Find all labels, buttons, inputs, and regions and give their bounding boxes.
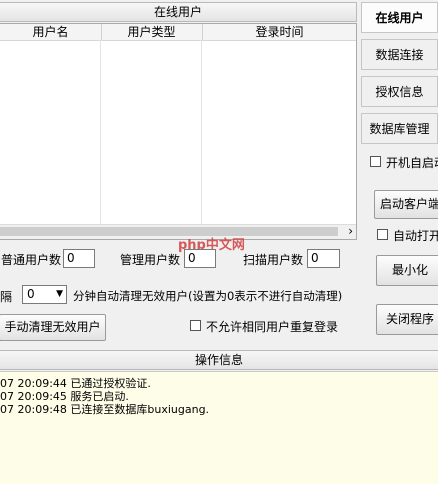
online-users-title: 在线用户 [0, 2, 357, 22]
log-panel-title-text: 操作信息 [194, 353, 243, 367]
scan-users-count-field[interactable]: 0 [307, 249, 340, 268]
autostart-checkbox[interactable] [370, 156, 381, 167]
admin-users-label: 管理用户数 [120, 253, 181, 267]
tab-data-connection[interactable]: 数据连接 [361, 39, 438, 70]
minimize-button[interactable]: 最小化 [376, 255, 438, 286]
table-header: 用户名 用户类型 登录时间 [0, 24, 356, 41]
scan-users-label: 扫描用户数 [243, 253, 304, 267]
column-header-user-type[interactable]: 用户类型 [101, 24, 203, 40]
column-divider [100, 40, 101, 225]
disallow-duplicate-checkbox[interactable] [190, 320, 201, 331]
cleanup-interval-select[interactable]: 0 ▼ [22, 285, 67, 304]
scroll-right-arrow-icon[interactable]: › [348, 224, 353, 238]
admin-users-count-field[interactable]: 0 [184, 249, 216, 268]
auto-open-label: 自动打开 [393, 229, 438, 243]
normal-users-count-field[interactable]: 0 [63, 249, 95, 268]
log-panel-title: 操作信息 [0, 350, 438, 370]
online-users-title-text: 在线用户 [153, 5, 202, 19]
interval-prefix-label: 隔 [0, 290, 13, 304]
scrollbar-thumb[interactable] [0, 227, 338, 236]
auto-open-checkbox[interactable] [377, 229, 388, 240]
autostart-label: 开机自启动 [386, 156, 438, 170]
log-line: 07 20:09:45 服务已启动. [0, 390, 129, 403]
column-header-login-time[interactable]: 登录时间 [202, 24, 356, 40]
column-header-username[interactable]: 用户名 [0, 24, 102, 40]
dropdown-arrow-icon[interactable]: ▼ [56, 286, 63, 303]
start-client-button[interactable]: 启动客户端 [374, 190, 438, 219]
close-program-button[interactable]: 关闭程序 [376, 304, 438, 335]
log-line: 07 20:09:44 已通过授权验证. [0, 377, 151, 390]
log-area[interactable]: 07 20:09:44 已通过授权验证. 07 20:09:45 服务已启动. … [0, 371, 438, 484]
cleanup-interval-value: 0 [27, 287, 35, 301]
tab-database-management[interactable]: 数据库管理 [361, 113, 438, 144]
tab-online-users[interactable]: 在线用户 [361, 2, 438, 33]
tab-license-info[interactable]: 授权信息 [361, 76, 438, 107]
online-users-table[interactable]: 用户名 用户类型 登录时间 › [0, 23, 357, 240]
normal-users-label: 普通用户数 [1, 253, 62, 267]
manual-clean-button[interactable]: 手动清理无效用户 [0, 314, 106, 341]
disallow-duplicate-label: 不允许相同用户重复登录 [206, 320, 339, 334]
interval-suffix-label: 分钟自动清理无效用户(设置为0表示不进行自动清理) [73, 289, 343, 303]
column-divider [201, 40, 202, 225]
log-line: 07 20:09:48 已连接至数据库buxiugang. [0, 403, 210, 416]
